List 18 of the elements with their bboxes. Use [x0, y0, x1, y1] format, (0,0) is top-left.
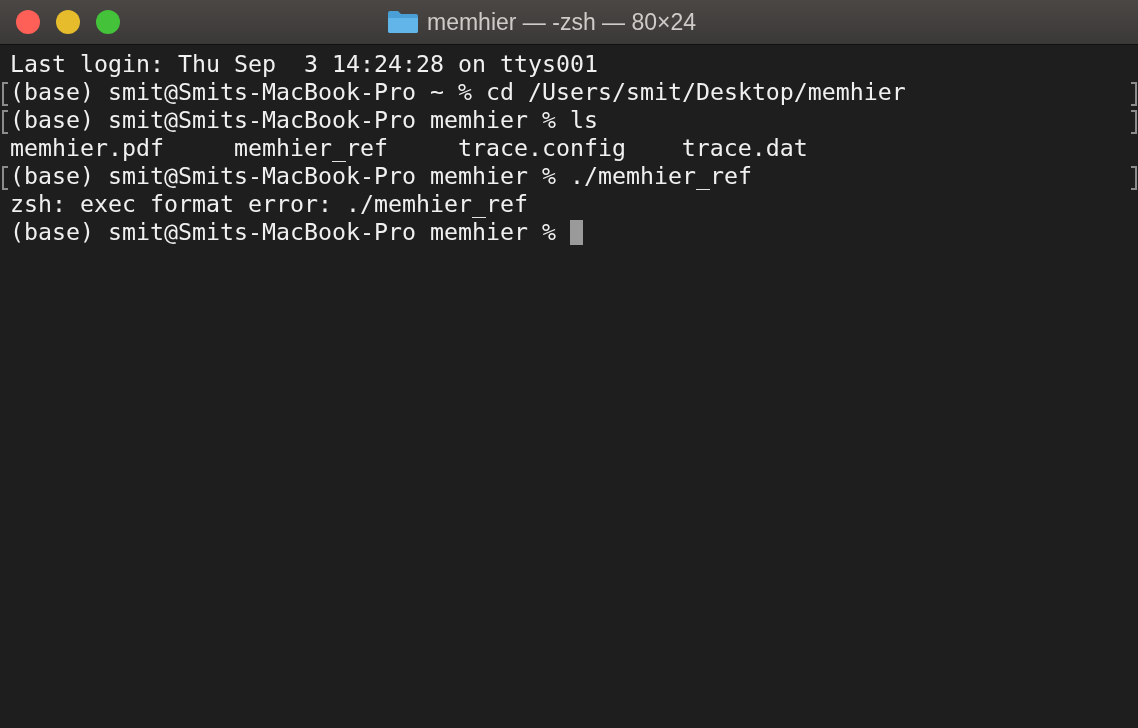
line-mark [1131, 110, 1137, 134]
file-name: trace.dat [681, 134, 808, 162]
file-name: memhier.pdf [10, 134, 165, 162]
terminal-line: (base) smit@Smits-MacBook-Pro memhier % ls [10, 106, 598, 134]
file-name: trace.config [457, 134, 627, 162]
terminal-line: (base) smit@Smits-MacBook-Pro memhier % ./memhier_ref [10, 162, 752, 190]
terminal-line: (base) smit@Smits-MacBook-Pro ~ % cd /Users/smit/Desktop/memhier [10, 78, 906, 106]
file-name: memhier_ref [233, 134, 389, 162]
close-button[interactable] [16, 10, 40, 34]
minimize-button[interactable] [56, 10, 80, 34]
line-mark [1131, 166, 1137, 190]
line-mark [1131, 82, 1137, 106]
window-title: memhier — -zsh — 80×24 [427, 8, 697, 36]
terminal-line: Last login: Thu Sep 3 14:24:28 on ttys001 [10, 50, 598, 78]
terminal-line: zsh: exec format error: ./memhier_ref [10, 190, 528, 218]
zoom-button[interactable] [96, 10, 120, 34]
folder-icon [387, 10, 419, 34]
terminal-line: (base) smit@Smits-MacBook-Pro memhier % [10, 218, 557, 246]
